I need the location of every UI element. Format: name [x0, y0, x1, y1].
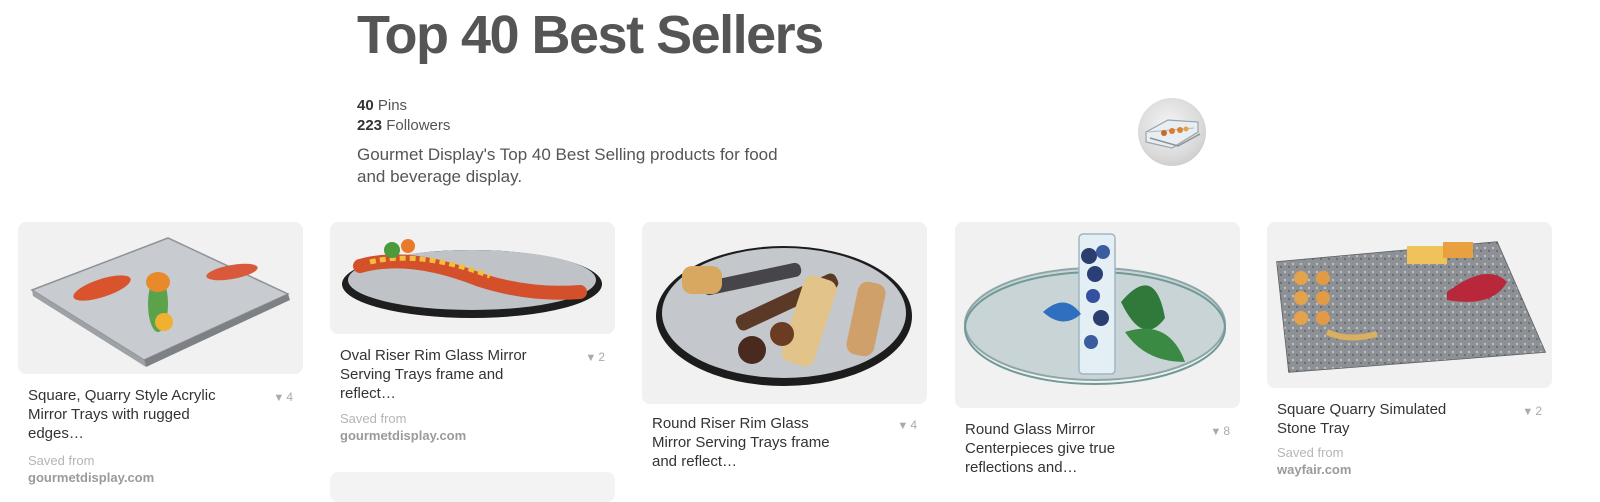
repin-count: ▼ 4: [273, 390, 293, 404]
repin-number: 4: [910, 418, 917, 432]
pin-icon: ▼: [1210, 426, 1222, 438]
pin-card[interactable]: Round Riser Rim Glass Mirror Serving Tra…: [642, 222, 927, 494]
pin-description[interactable]: Oval Riser Rim Glass Mirror Serving Tray…: [340, 346, 535, 403]
saved-from: Saved from gourmetdisplay.com: [28, 452, 154, 486]
repin-count: ▼ 8: [1210, 424, 1230, 438]
repin-number: 2: [1535, 404, 1542, 418]
pin-description[interactable]: Round Riser Rim Glass Mirror Serving Tra…: [652, 414, 847, 471]
saved-domain-link[interactable]: gourmetdisplay.com: [28, 469, 154, 486]
board-stats: 40 Pins 223 Followers: [357, 96, 450, 136]
pins-count: 40: [357, 97, 374, 114]
pins-count-link[interactable]: 40 Pins: [357, 96, 450, 116]
pin-icon: ▼: [585, 352, 597, 364]
repin-number: 2: [598, 350, 605, 364]
avatar-image: [1145, 119, 1201, 149]
pin-image[interactable]: [330, 222, 615, 334]
repin-number: 4: [286, 390, 293, 404]
saved-domain-link[interactable]: wayfair.com: [1277, 461, 1351, 478]
board-owner-avatar[interactable]: [1138, 98, 1206, 166]
board-title: Top 40 Best Sellers: [357, 5, 824, 65]
saved-domain-link[interactable]: gourmetdisplay.com: [340, 427, 466, 444]
pin-description[interactable]: Round Glass Mirror Centerpieces give tru…: [965, 420, 1160, 477]
pin-icon: ▼: [1522, 406, 1534, 418]
saved-from: Saved from wayfair.com: [1277, 444, 1351, 478]
repin-number: 8: [1223, 424, 1230, 438]
saved-from-label: Saved from: [1277, 445, 1344, 460]
repin-count: ▼ 4: [897, 418, 917, 432]
pin-card[interactable]: Square Quarry Simulated Stone Tray ▼ 2 Sa…: [1267, 222, 1552, 494]
followers-count-link[interactable]: 223 Followers: [357, 116, 450, 136]
pin-image[interactable]: [955, 222, 1240, 408]
pin-icon: ▼: [273, 392, 285, 404]
pins-label: Pins: [377, 97, 408, 114]
pin-icon: ▼: [897, 420, 909, 432]
next-pin-image[interactable]: [330, 472, 615, 502]
pin-card[interactable]: Round Glass Mirror Centerpieces give tru…: [955, 222, 1240, 494]
repin-count: ▼ 2: [1522, 404, 1542, 418]
followers-count: 223: [357, 117, 383, 134]
pin-description[interactable]: Square Quarry Simulated Stone Tray: [1277, 400, 1472, 438]
followers-label: Followers: [386, 117, 451, 134]
pin-image[interactable]: [18, 222, 303, 374]
saved-from-label: Saved from: [340, 411, 407, 426]
pin-image[interactable]: [1267, 222, 1552, 388]
pin-image[interactable]: [642, 222, 927, 404]
pin-description[interactable]: Square, Quarry Style Acrylic Mirror Tray…: [28, 386, 223, 443]
board-description: Gourmet Display's Top 40 Best Selling pr…: [357, 145, 778, 186]
pin-card[interactable]: Square, Quarry Style Acrylic Mirror Tray…: [18, 222, 303, 494]
saved-from-label: Saved from: [28, 453, 95, 468]
saved-from: Saved from gourmetdisplay.com: [340, 410, 466, 444]
pin-card[interactable]: Oval Riser Rim Glass Mirror Serving Tray…: [330, 222, 615, 502]
repin-count: ▼ 2: [585, 350, 605, 364]
